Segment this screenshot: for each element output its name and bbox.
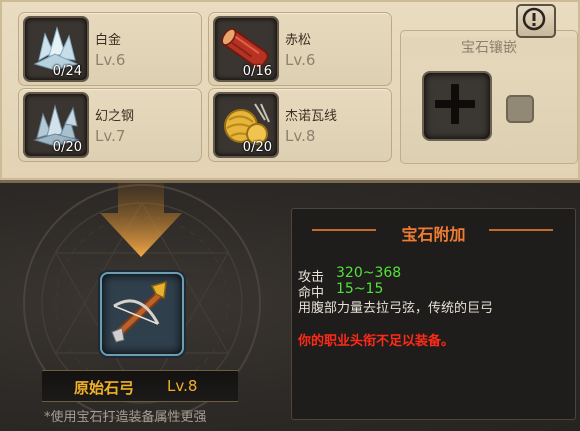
material-count: 0/20 [52, 140, 82, 155]
material-card-jenova-thread[interactable]: 0/20 杰诺瓦线 Lv.8 [208, 88, 392, 162]
material-count: 0/20 [242, 140, 272, 155]
item-name-plate [42, 370, 238, 402]
crystal-icon: 0/24 [23, 16, 89, 82]
material-count: 0/16 [242, 64, 272, 79]
material-level: Lv.6 [95, 51, 126, 69]
plus-icon [435, 84, 475, 124]
material-level: Lv.6 [285, 51, 316, 69]
item-level: Lv.8 [167, 377, 198, 395]
material-level: Lv.7 [95, 127, 126, 145]
item-name: 原始石弓 [74, 379, 135, 397]
material-name: 赤松 [285, 33, 312, 48]
material-name: 杰诺瓦线 [285, 109, 338, 124]
add-gem-button[interactable] [422, 71, 492, 141]
stat-value-accuracy: 15~15 [336, 281, 384, 297]
ice-crystal-icon: 0/20 [23, 92, 89, 158]
item-description: 用腹部力量去拉弓弦，传统的巨弓 [298, 301, 494, 316]
gem-socket-panel: 宝石镶嵌 [400, 30, 578, 164]
crossbow-icon [111, 280, 167, 343]
material-name: 幻之钢 [95, 109, 135, 124]
material-card-phantom-steel[interactable]: 0/20 幻之钢 Lv.7 [18, 88, 202, 162]
material-card-red-pine[interactable]: 0/16 赤松 Lv.6 [208, 12, 392, 86]
yarn-ball-icon: 0/20 [213, 92, 279, 158]
crafting-window: 0/24 白金 Lv.6 0/16 赤松 Lv.6 0/20 幻之钢 Lv.7 … [0, 0, 580, 431]
materials-panel: 0/24 白金 Lv.6 0/16 赤松 Lv.6 0/20 幻之钢 Lv.7 … [0, 0, 580, 183]
material-name: 白金 [95, 33, 122, 48]
gem-socket-title: 宝石镶嵌 [401, 37, 577, 57]
material-card-platinum[interactable]: 0/24 白金 Lv.6 [18, 12, 202, 86]
material-count: 0/24 [52, 64, 82, 79]
wood-log-icon: 0/16 [213, 16, 279, 82]
exclamation-icon [522, 7, 546, 31]
gem-bonus-title: 宝石附加 [401, 225, 466, 244]
equip-warning: 你的职业头衔不足以装备。 [298, 334, 455, 349]
gem-slot-small[interactable] [506, 95, 534, 123]
stat-value-attack: 320~368 [336, 265, 402, 281]
material-level: Lv.8 [285, 127, 316, 145]
info-button[interactable] [516, 4, 556, 38]
hint-text: *使用宝石打造装备属性更强 [44, 410, 207, 425]
arrow-down-icon [100, 183, 182, 257]
item-slot[interactable] [100, 272, 184, 356]
